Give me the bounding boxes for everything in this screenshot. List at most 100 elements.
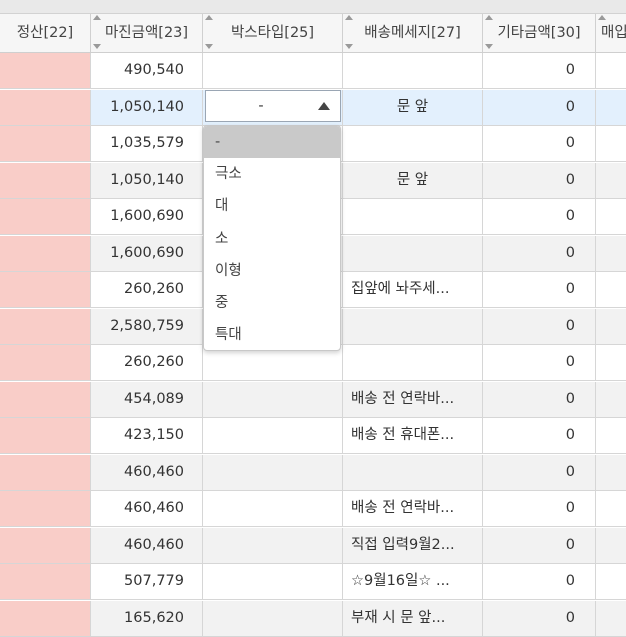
header-box-type[interactable]: 박스타입[25] — [203, 14, 343, 52]
other-amount-cell[interactable]: 0 — [483, 162, 596, 198]
purchase-cell[interactable] — [596, 601, 626, 636]
purchase-cell[interactable] — [596, 564, 626, 599]
purchase-cell[interactable] — [596, 455, 626, 490]
delivery-message-cell[interactable]: 배송 전 휴대폰... — [343, 418, 483, 453]
delivery-message-cell[interactable]: 문 앞 — [343, 162, 483, 198]
delivery-message-cell[interactable]: 집앞에 놔주세... — [343, 272, 483, 307]
margin-amount-cell[interactable]: 260,260 — [91, 272, 203, 307]
purchase-cell[interactable] — [596, 382, 626, 417]
purchase-cell[interactable] — [596, 491, 626, 526]
purchase-cell[interactable] — [596, 126, 626, 161]
margin-amount-cell[interactable]: 260,260 — [91, 345, 203, 380]
other-amount-cell[interactable]: 0 — [483, 527, 596, 563]
box-type-option[interactable]: 소 — [204, 223, 340, 255]
other-amount-cell[interactable]: 0 — [483, 418, 596, 453]
purchase-cell[interactable] — [596, 163, 626, 198]
purchase-cell[interactable] — [596, 199, 626, 234]
delivery-message-cell[interactable]: ☆9월16일☆ ... — [343, 564, 483, 599]
purchase-cell[interactable] — [596, 528, 626, 563]
table-row[interactable]: 423,150 배송 전 휴대폰... 0 — [0, 418, 626, 454]
purchase-cell[interactable] — [596, 345, 626, 380]
delivery-message-cell[interactable] — [343, 126, 483, 161]
other-amount-cell[interactable]: 0 — [483, 199, 596, 234]
table-row[interactable]: 165,620 부재 시 문 앞... 0 — [0, 600, 626, 637]
header-delivery-message[interactable]: 배송메세지[27] — [343, 14, 483, 52]
purchase-cell[interactable] — [596, 236, 626, 271]
settle-cell[interactable] — [0, 564, 91, 599]
box-type-option[interactable]: 특대 — [204, 319, 340, 350]
margin-amount-cell[interactable]: 1,600,690 — [91, 199, 203, 234]
purchase-cell[interactable] — [596, 272, 626, 307]
settle-cell[interactable] — [0, 162, 91, 198]
table-row[interactable]: 454,089 배송 전 연락바... 0 — [0, 381, 626, 418]
settle-cell[interactable] — [0, 126, 91, 161]
other-amount-cell[interactable]: 0 — [483, 126, 596, 161]
other-amount-cell[interactable]: 0 — [483, 345, 596, 380]
other-amount-cell[interactable]: 0 — [483, 491, 596, 526]
box-type-option[interactable]: 대 — [204, 190, 340, 222]
margin-amount-cell[interactable]: 460,460 — [91, 454, 203, 490]
delivery-message-cell[interactable] — [343, 308, 483, 344]
settle-cell[interactable] — [0, 491, 91, 526]
purchase-cell[interactable] — [596, 53, 626, 88]
settle-cell[interactable] — [0, 199, 91, 234]
margin-amount-cell[interactable]: 460,460 — [91, 527, 203, 563]
delivery-message-cell[interactable] — [343, 345, 483, 380]
other-amount-cell[interactable]: 0 — [483, 600, 596, 636]
settle-cell[interactable] — [0, 418, 91, 453]
delivery-message-cell[interactable]: 부재 시 문 앞... — [343, 600, 483, 636]
box-type-option[interactable]: 극소 — [204, 158, 340, 190]
margin-amount-cell[interactable]: 1,600,690 — [91, 235, 203, 271]
margin-amount-cell[interactable]: 1,050,140 — [91, 89, 203, 125]
delivery-message-cell[interactable] — [343, 199, 483, 234]
table-row[interactable]: 460,460 배송 전 연락바... 0 — [0, 491, 626, 527]
table-row[interactable]: 490,540 0 — [0, 53, 626, 89]
delivery-message-cell[interactable] — [343, 454, 483, 490]
box-type-select[interactable]: - — [205, 90, 341, 122]
other-amount-cell[interactable]: 0 — [483, 454, 596, 490]
box-type-cell[interactable] — [203, 491, 343, 526]
other-amount-cell[interactable]: 0 — [483, 308, 596, 344]
settle-cell[interactable] — [0, 345, 91, 380]
header-purchase[interactable]: 매입 — [596, 14, 626, 52]
other-amount-cell[interactable]: 0 — [483, 272, 596, 307]
margin-amount-cell[interactable]: 2,580,759 — [91, 308, 203, 344]
margin-amount-cell[interactable]: 1,050,140 — [91, 162, 203, 198]
box-type-option[interactable]: 중 — [204, 287, 340, 319]
table-row[interactable]: 507,779 ☆9월16일☆ ... 0 — [0, 564, 626, 600]
delivery-message-cell[interactable]: 직접 입력9월2... — [343, 527, 483, 563]
other-amount-cell[interactable]: 0 — [483, 89, 596, 125]
purchase-cell[interactable] — [596, 418, 626, 453]
box-type-cell[interactable] — [203, 454, 343, 490]
delivery-message-cell[interactable] — [343, 53, 483, 88]
purchase-cell[interactable] — [596, 90, 626, 125]
delivery-message-cell[interactable] — [343, 235, 483, 271]
delivery-message-cell[interactable]: 배송 전 연락바... — [343, 491, 483, 526]
margin-amount-cell[interactable]: 165,620 — [91, 600, 203, 636]
caret-up-icon[interactable] — [318, 102, 330, 110]
other-amount-cell[interactable]: 0 — [483, 564, 596, 599]
settle-cell[interactable] — [0, 527, 91, 563]
box-type-option[interactable]: 이형 — [204, 255, 340, 287]
settle-cell[interactable] — [0, 53, 91, 88]
settle-cell[interactable] — [0, 454, 91, 490]
settle-cell[interactable] — [0, 89, 91, 125]
table-row[interactable]: 460,460 직접 입력9월2... 0 — [0, 527, 626, 564]
box-type-cell[interactable] — [203, 600, 343, 636]
settle-cell[interactable] — [0, 600, 91, 636]
margin-amount-cell[interactable]: 490,540 — [91, 53, 203, 88]
header-other-amount[interactable]: 기타금액[30] — [483, 14, 596, 52]
box-type-cell[interactable] — [203, 527, 343, 563]
margin-amount-cell[interactable]: 1,035,579 — [91, 126, 203, 161]
box-type-cell[interactable] — [203, 53, 343, 88]
settle-cell[interactable] — [0, 308, 91, 344]
table-row[interactable]: 460,460 0 — [0, 454, 626, 491]
box-type-cell[interactable] — [203, 418, 343, 453]
margin-amount-cell[interactable]: 423,150 — [91, 418, 203, 453]
settle-cell[interactable] — [0, 381, 91, 417]
delivery-message-cell[interactable]: 배송 전 연락바... — [343, 381, 483, 417]
box-type-option[interactable]: - — [204, 126, 340, 158]
other-amount-cell[interactable]: 0 — [483, 53, 596, 88]
delivery-message-cell[interactable]: 문 앞 — [343, 89, 483, 125]
margin-amount-cell[interactable]: 460,460 — [91, 491, 203, 526]
